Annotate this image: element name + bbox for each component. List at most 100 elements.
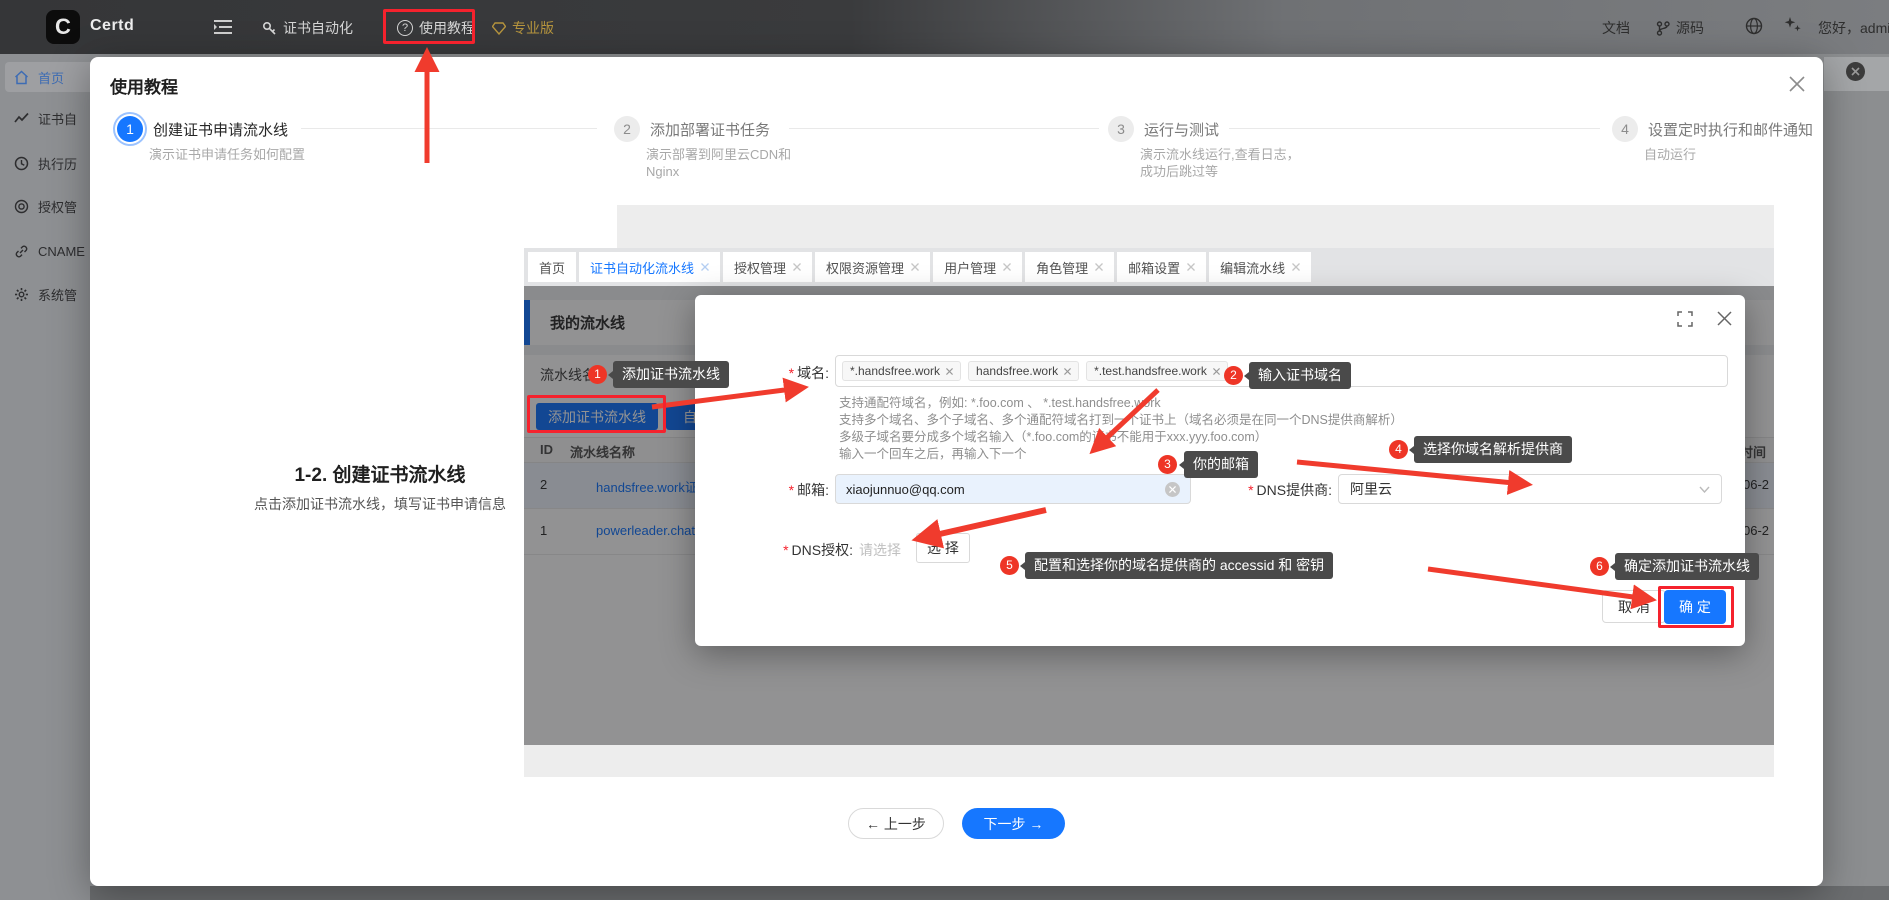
step-4[interactable]: 4 设置定时执行和邮件通知 [1612, 116, 1813, 142]
git-branch-icon [1656, 21, 1670, 36]
shot-tabbar: 首页 证书自动化流水线 授权管理 权限资源管理 用户管理 角色管理 邮箱设置 编… [524, 248, 1774, 286]
tab-close-icon[interactable] [793, 263, 801, 271]
step-4-desc: 自动运行 [1644, 146, 1812, 163]
tab-users[interactable]: 用户管理 [933, 252, 1022, 282]
language-globe-icon[interactable] [1745, 17, 1763, 35]
logo-letter: C [55, 14, 71, 39]
menu-tutorial[interactable]: ? 使用教程 [397, 18, 475, 38]
sidebar-item-label: 授权管 [38, 197, 77, 216]
domain-input[interactable]: *.handsfree.work handsfree.work *.test.h… [835, 355, 1728, 387]
menu-docs[interactable]: 文档 [1602, 18, 1630, 38]
tab-close-icon[interactable] [1292, 263, 1300, 271]
tutorial-screenshot: 首页 证书自动化流水线 授权管理 权限资源管理 用户管理 角色管理 邮箱设置 编… [524, 205, 1774, 777]
tab-home[interactable]: 首页 [528, 252, 576, 282]
domain-tag[interactable]: *.test.handsfree.work [1086, 361, 1228, 381]
tab-authorization[interactable]: 授权管理 [723, 252, 812, 282]
home-icon [14, 70, 29, 85]
add-pipeline-dialog: *域名: *.handsfree.work handsfree.work *.t… [695, 295, 1745, 646]
shot-header-white [524, 205, 617, 248]
menu-source[interactable]: 源码 [1656, 18, 1704, 38]
tutorial-body-desc: 点击添加证书流水线，填写证书申请信息 [180, 494, 580, 514]
app-root: C Certd 证书自动化 ? 使用教程 专业版 文档 源码 您好，admin [0, 0, 1889, 900]
clock-icon [14, 156, 29, 171]
step-3[interactable]: 3 运行与测试 [1108, 116, 1219, 142]
sidebar-item-authorization[interactable]: 授权管 [14, 195, 77, 217]
sidebar-item-label: 系统管 [38, 285, 77, 304]
chevron-down-icon [1699, 486, 1710, 493]
dns-provider-select[interactable]: 阿里云 [1338, 474, 1722, 504]
step-4-title: 设置定时执行和邮件通知 [1648, 119, 1813, 140]
user-greeting[interactable]: 您好，admin [1818, 18, 1889, 38]
step-connector [1229, 128, 1600, 129]
domain-help: 支持通配符域名，例如: *.foo.com 、 *.test.handsfree… [839, 395, 1403, 463]
target-icon [14, 199, 29, 214]
menu-pro-edition[interactable]: 专业版 [492, 18, 554, 38]
tab-close-icon[interactable] [701, 263, 709, 271]
sidebar-item-cert-automation[interactable]: 证书自 [14, 107, 77, 129]
dns-provider-value: 阿里云 [1350, 479, 1699, 499]
step-2-number: 2 [614, 116, 640, 142]
tag-close-icon [1064, 368, 1071, 375]
menu-pro-label: 专业版 [512, 18, 554, 38]
step-2-desc: 演示部署到阿里云CDN和Nginx [646, 146, 814, 180]
sidebar-item-label: 执行历 [38, 154, 77, 173]
tab-close-icon[interactable] [1187, 263, 1195, 271]
modal-title: 使用教程 [110, 73, 178, 98]
certd-logo-icon[interactable]: C [46, 10, 80, 44]
tab-permission-resources[interactable]: 权限资源管理 [815, 252, 930, 282]
email-label: *邮箱: [733, 480, 829, 500]
key-icon [262, 21, 277, 36]
tab-roles[interactable]: 角色管理 [1025, 252, 1114, 282]
dns-provider-label: *DNS提供商: [1200, 480, 1332, 500]
sidebar-item-cname[interactable]: CNAME [14, 240, 85, 262]
page-right-dimmed [1823, 54, 1889, 900]
domain-label: *域名: [733, 363, 829, 383]
tab-edit-pipeline[interactable]: 编辑流水线 [1209, 252, 1311, 282]
tag-close-icon [946, 368, 953, 375]
cancel-button[interactable]: 取 消 [1602, 590, 1666, 623]
tab-close-icon[interactable] [911, 263, 919, 271]
tab-close-icon[interactable] [1003, 263, 1011, 271]
shot-header-strip [524, 205, 1774, 248]
tab-email-settings[interactable]: 邮箱设置 [1117, 252, 1206, 282]
menu-cert-automation-label: 证书自动化 [283, 18, 353, 38]
fullscreen-icon[interactable] [1677, 311, 1693, 327]
gear-icon [14, 287, 29, 302]
domain-tag[interactable]: *.handsfree.work [842, 361, 961, 381]
step-2[interactable]: 2 添加部署证书任务 [614, 116, 770, 142]
step-3-title: 运行与测试 [1144, 119, 1219, 140]
sidebar-item-history[interactable]: 执行历 [14, 152, 77, 174]
email-value: xiaojunnuo@qq.com [846, 482, 1165, 497]
step-connector [301, 128, 597, 129]
step-1-title: 创建证书申请流水线 [153, 119, 288, 140]
dialog-close-icon[interactable] [1717, 311, 1732, 326]
sidebar-item-system[interactable]: 系统管 [14, 283, 77, 305]
tag-close-icon [1213, 368, 1220, 375]
tutorial-body-heading: 1-2. 创建证书流水线 [180, 460, 580, 487]
confirm-button[interactable]: 确 定 [1664, 590, 1726, 624]
next-step-button[interactable]: 下一步 → [962, 808, 1065, 839]
step-1[interactable]: 1 创建证书申请流水线 [117, 116, 288, 142]
step-2-title: 添加部署证书任务 [650, 119, 770, 140]
diamond-icon [492, 22, 506, 35]
choose-auth-button[interactable]: 选 择 [916, 533, 970, 563]
domain-tag[interactable]: handsfree.work [968, 361, 1079, 381]
sidebar-item-label: CNAME [38, 244, 85, 259]
clear-input-icon[interactable] [1165, 482, 1180, 497]
tab-close-icon[interactable] [1095, 263, 1103, 271]
theme-sparkles-icon[interactable] [1783, 15, 1803, 35]
menu-source-label: 源码 [1676, 18, 1704, 38]
prev-step-button[interactable]: ← 上一步 [848, 808, 944, 839]
user-greeting-label: 您好，admin [1818, 18, 1889, 38]
sidebar-item-home[interactable]: 首页 [14, 66, 64, 88]
close-all-tabs-icon[interactable] [1846, 62, 1865, 81]
dns-auth-label: *DNS授权: [733, 540, 853, 560]
modal-close-icon[interactable] [1782, 69, 1812, 99]
trend-chart-icon [14, 111, 29, 126]
shot-footer-strip [524, 745, 1774, 777]
menu-cert-automation[interactable]: 证书自动化 [262, 18, 353, 38]
collapse-sidebar-icon[interactable] [214, 20, 232, 34]
email-field[interactable]: xiaojunnuo@qq.com [835, 474, 1191, 504]
tab-cert-pipeline[interactable]: 证书自动化流水线 [579, 252, 720, 282]
tutorial-modal: 使用教程 1 创建证书申请流水线 演示证书申请任务如何配置 2 添加部署证书任务… [90, 57, 1823, 886]
